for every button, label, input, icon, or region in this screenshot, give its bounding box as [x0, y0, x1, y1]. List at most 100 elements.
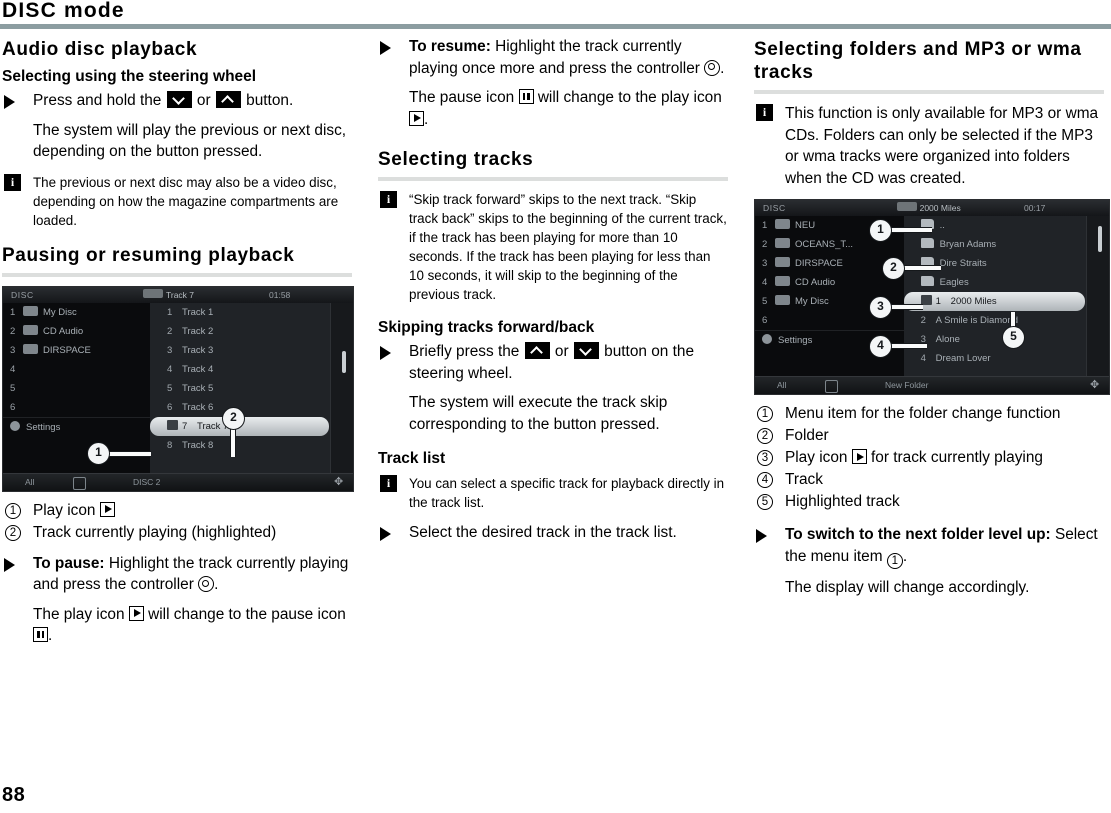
- step-text-end: .: [214, 576, 219, 593]
- info-note-text: “Skip track forward” skips to the next t…: [409, 192, 727, 302]
- table-row[interactable]: 1 Track 1: [150, 303, 353, 322]
- track-label: A Smile is Diamond: [935, 315, 1019, 326]
- callout-number: 2: [5, 524, 21, 541]
- step-label-bold: To switch to the next folder level up:: [785, 526, 1051, 543]
- list-item[interactable]: 1 My Disc: [3, 303, 150, 322]
- list-item-label: CD Audio: [43, 325, 84, 337]
- screenshot-bottombar: All New Folder ✥: [755, 376, 1109, 394]
- step-text-mid: or: [554, 343, 569, 360]
- info-icon: i: [380, 191, 397, 208]
- disc-icon: [775, 238, 790, 248]
- info-note-skip-track: i “Skip track forward” skips to the next…: [378, 190, 728, 304]
- result-pause-to-play: The pause icon will change to the play i…: [378, 87, 728, 130]
- pause-icon: [33, 627, 48, 642]
- folder-track-pane[interactable]: .. Bryan Adams Dire Straits Eagles 1 2000…: [903, 216, 1109, 377]
- topbar-title-text: Track 7: [166, 289, 195, 300]
- list-item[interactable]: 6: [3, 398, 150, 417]
- scrollbar-thumb[interactable]: [1098, 226, 1102, 252]
- step-text: Select the desired track in the track li…: [409, 524, 677, 541]
- list-item-label: My Disc: [795, 296, 829, 307]
- gear-icon: [762, 334, 772, 344]
- step-switch-folder-level: To switch to the next folder level up: S…: [754, 524, 1104, 569]
- folder-icon: [920, 276, 934, 286]
- list-item-index: 3: [10, 344, 16, 356]
- table-row[interactable]: 4 Track 4: [150, 360, 353, 379]
- disc-icon: [775, 276, 790, 286]
- legend-item: 1 Play icon: [2, 500, 352, 521]
- callout-number: 5: [757, 494, 773, 510]
- list-item-label: DIRSPACE: [43, 344, 91, 356]
- folder-label: Bryan Adams: [939, 239, 997, 250]
- list-item-index: 4: [762, 277, 768, 288]
- table-row-folder[interactable]: Bryan Adams: [904, 235, 1109, 254]
- list-item[interactable]: 2 CD Audio: [3, 322, 150, 341]
- table-row[interactable]: 8 Track 8: [150, 436, 353, 455]
- scrollbar[interactable]: [1086, 216, 1109, 377]
- topbar-elapsed-time: 01:58: [269, 289, 291, 300]
- callout-leader: [230, 426, 236, 457]
- track-label: Track 2: [182, 325, 214, 337]
- play-icon: [409, 110, 424, 126]
- list-item-label: NEU: [795, 220, 816, 231]
- step-text-end: .: [720, 59, 725, 77]
- list-item-index: 2: [10, 325, 16, 337]
- callout-leader: [890, 227, 932, 233]
- bullet-triangle-icon: [756, 529, 767, 543]
- list-item-index: 1: [762, 220, 768, 231]
- pause-icon: [518, 89, 534, 104]
- bottombar-settings-icon: ✥: [1090, 379, 1100, 391]
- bullet-triangle-icon: [380, 41, 391, 55]
- table-row[interactable]: 4 Dream Lover: [904, 349, 1109, 368]
- list-item[interactable]: 4 CD Audio: [755, 273, 904, 292]
- list-item[interactable]: 3 DIRSPACE: [3, 341, 150, 360]
- track-index: 1: [935, 296, 941, 307]
- bullet-triangle-icon: [4, 95, 15, 109]
- gear-icon: [10, 420, 20, 431]
- running-title: DISC mode: [2, 0, 125, 22]
- result-display-change: The display will change accordingly.: [785, 578, 1030, 596]
- step-label-bold: To resume:: [409, 38, 491, 55]
- play-icon: [99, 501, 115, 517]
- step-text-pre: Press and hold the: [33, 92, 162, 109]
- table-row[interactable]: 6 Track 6: [150, 398, 353, 417]
- table-row[interactable]: 2 Track 2: [150, 322, 353, 341]
- scrollbar-thumb[interactable]: [342, 350, 346, 373]
- seek-up-button-icon: [524, 342, 550, 359]
- callout-number: 1: [757, 406, 773, 422]
- column-middle: To resume: Highlight the track currently…: [378, 36, 728, 552]
- callout-number: 3: [757, 450, 773, 466]
- subheading-skipping-tracks: Skipping tracks forward/back: [378, 319, 595, 336]
- folder-icon: [920, 238, 934, 248]
- list-item-label: My Disc: [43, 306, 77, 318]
- list-item-label: OCEANS_T...: [795, 239, 854, 250]
- table-row-highlighted[interactable]: 1 2000 Miles: [903, 292, 1085, 311]
- disc-list-pane[interactable]: 1 My Disc 2 CD Audio 3 DIRSPACE 4 5 6 Setti…: [3, 302, 151, 474]
- screenshot-folder-list: DISC 2000 Miles 00:17 1 NEU 2 OCEANS_T... …: [754, 199, 1110, 395]
- table-row[interactable]: 3 Track 3: [150, 341, 353, 360]
- bottombar-status-icon: [73, 476, 86, 490]
- topbar-elapsed-time: 00:17: [1024, 203, 1046, 213]
- track-index: 4: [920, 353, 926, 364]
- list-item-index: 4: [10, 363, 16, 375]
- table-row-folder[interactable]: Eagles: [904, 273, 1109, 292]
- list-item[interactable]: 5: [3, 379, 150, 398]
- table-row[interactable]: 5 Track 5: [150, 379, 353, 398]
- callout-2: 2: [882, 257, 905, 280]
- list-item-index: 2: [762, 239, 768, 250]
- screenshot-track-list: DISC Track 7 01:58 1 My Disc 2 CD Audio 3 D…: [2, 285, 354, 492]
- list-item[interactable]: 4: [3, 360, 150, 379]
- column-left: Audio disc playback Selecting using the …: [2, 36, 354, 657]
- topbar-title: Track 7: [143, 287, 194, 303]
- folder-label: ..: [939, 220, 945, 231]
- track-list-pane[interactable]: 1 Track 1 2 Track 2 3 Track 3 4 Track 4 5 Tra…: [150, 302, 353, 474]
- subheading-track-list: Track list: [378, 450, 446, 467]
- step-label-bold: To pause:: [33, 554, 105, 572]
- table-row-folder-up[interactable]: ..: [904, 216, 1109, 235]
- scrollbar[interactable]: [330, 302, 353, 474]
- bottombar-folder-label: New Folder: [885, 380, 929, 390]
- info-note-mp3-wma: i This function is only available for MP…: [754, 103, 1104, 189]
- step-text-pre: Briefly press the: [409, 343, 520, 360]
- screenshot-panes: 1 My Disc 2 CD Audio 3 DIRSPACE 4 5 6 Setti…: [3, 302, 353, 474]
- result-play-to-pause: The play icon will change to the pause i…: [2, 604, 352, 647]
- list-item-settings[interactable]: Settings: [3, 416, 150, 437]
